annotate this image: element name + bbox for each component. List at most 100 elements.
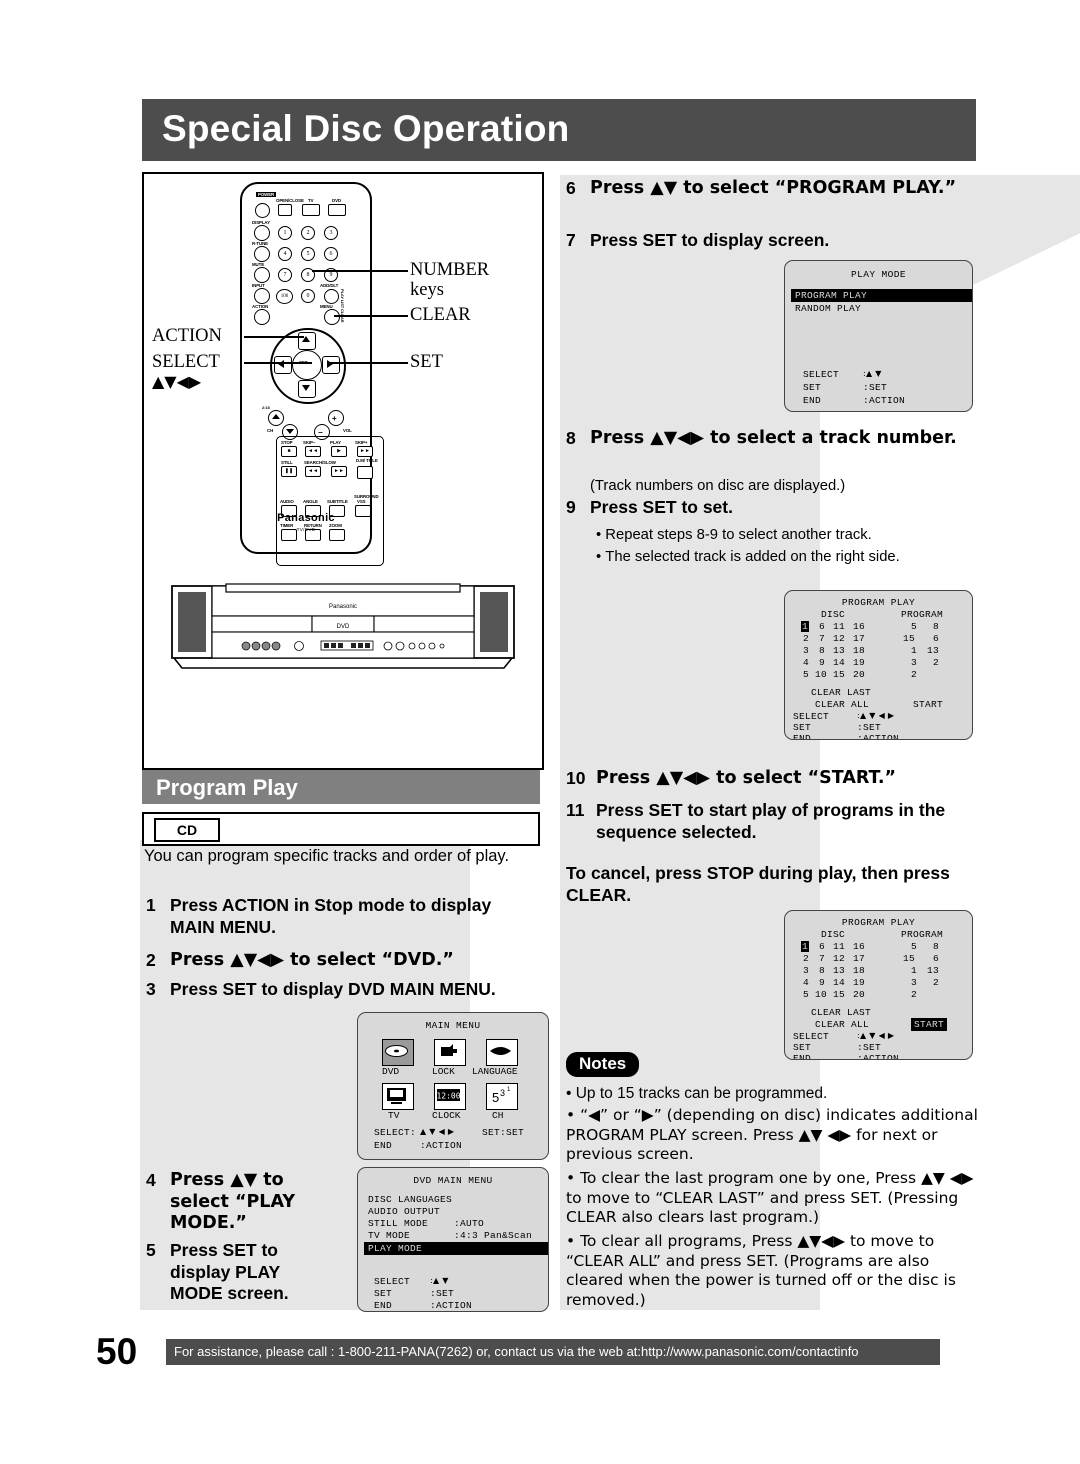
program-play-2-disc-3-3[interactable]: 19 [853, 977, 865, 988]
program-play-2-disc-3-1[interactable]: 9 [819, 977, 825, 988]
program-play-1-disc-2-2[interactable]: 13 [833, 645, 845, 656]
program-play-1-disc-1-3[interactable]: 17 [853, 633, 865, 644]
program-play-1-disc-3-1[interactable]: 9 [819, 657, 825, 668]
program-play-2-disc-3-0[interactable]: 4 [803, 977, 809, 988]
program-play-2-prog-0-1: 8 [933, 941, 940, 952]
disc-icon[interactable] [382, 1039, 414, 1066]
program-play-1-disc-2-3[interactable]: 18 [853, 645, 865, 656]
menu-button[interactable] [324, 309, 340, 325]
dvd-row-1-label[interactable]: AUDIO OUTPUT [368, 1206, 440, 1217]
number-key-4[interactable]: 4 [278, 247, 292, 261]
input-button[interactable] [254, 288, 270, 304]
program-play-2-disc-0-3[interactable]: 16 [853, 941, 865, 952]
player-svg: Panasonic DVD [171, 583, 515, 669]
program-play-2-clear-all[interactable]: CLEAR ALL [815, 1019, 869, 1030]
program-play-1-disc-0-0[interactable]: 1 [801, 621, 810, 632]
track-number-note: (Track numbers on disc are displayed.) [590, 478, 846, 494]
title-button[interactable] [357, 466, 373, 479]
step-10-text: Press ▲▼◀▶ to select “START.” [596, 768, 896, 788]
dvd-button[interactable] [328, 204, 346, 216]
language-icon[interactable] [486, 1039, 518, 1066]
display-button[interactable] [254, 225, 270, 241]
program-play-1-disc-2-1[interactable]: 8 [819, 645, 825, 656]
set-button[interactable] [292, 350, 322, 380]
search-forward-button[interactable]: ►► [331, 466, 347, 477]
page-header-banner: Special Disc Operation [142, 99, 976, 161]
program-play-1-disc-4-3[interactable]: 20 [853, 669, 865, 680]
lock-icon[interactable] [434, 1039, 466, 1066]
tv-button[interactable] [302, 204, 320, 216]
program-play-1-disc-3-3[interactable]: 19 [853, 657, 865, 668]
program-play-1-disc-1-2[interactable]: 12 [833, 633, 845, 644]
dvd-row-4-label[interactable]: PLAY MODE [364, 1242, 548, 1255]
program-play-1-disc-0-2[interactable]: 11 [833, 621, 845, 632]
number-key-3[interactable]: 3 [324, 226, 338, 240]
program-play-1-prog-3-1: 2 [933, 657, 940, 668]
program-play-2-title: PROGRAM PLAY [841, 917, 916, 928]
program-play-2-disc-1-1[interactable]: 7 [819, 953, 825, 964]
ch-down-arrow-icon [286, 429, 294, 434]
program-play-2-disc-4-0[interactable]: 5 [803, 989, 809, 1000]
open-close-button[interactable] [278, 204, 292, 216]
program-play-1-disc-0-3[interactable]: 16 [853, 621, 865, 632]
program-play-2-start[interactable]: START [911, 1018, 948, 1031]
program-play-1-disc-4-0[interactable]: 5 [803, 669, 809, 680]
program-play-1-disc-1-0[interactable]: 2 [803, 633, 809, 644]
number-key-1[interactable]: 1 [278, 226, 292, 240]
program-play-2-disc-0-1[interactable]: 6 [819, 941, 825, 952]
program-play-1-disc-3-2[interactable]: 14 [833, 657, 845, 668]
program-play-2-disc-2-1[interactable]: 8 [819, 965, 825, 976]
program-play-2-disc-0-0[interactable]: 1 [801, 941, 810, 952]
play-button[interactable]: ▶ [331, 446, 347, 457]
number-key-100[interactable]: 100 [276, 289, 293, 304]
program-play-1-clear-all[interactable]: CLEAR ALL [815, 699, 869, 710]
search-reverse-button[interactable]: ◄◄ [305, 466, 321, 477]
skip-plus-button[interactable]: ►► [357, 446, 373, 457]
program-play-1-end-label: END [793, 733, 812, 740]
still-button[interactable]: ❚❚ [281, 466, 297, 477]
program-play-2-disc-1-2[interactable]: 12 [833, 953, 845, 964]
number-key-7[interactable]: 7 [278, 268, 292, 282]
main-menu-select-value: ▲ ▼ ◀ ▶ [420, 1127, 455, 1136]
program-play-2-disc-2-3[interactable]: 18 [853, 965, 865, 976]
action-button[interactable] [254, 309, 270, 325]
program-play-2-disc-4-3[interactable]: 20 [853, 989, 865, 1000]
power-button[interactable] [255, 203, 270, 218]
program-play-1-prog-1-0: 15 [903, 633, 916, 644]
dvd-row-3-label[interactable]: TV MODE [368, 1230, 410, 1241]
clear-button[interactable] [324, 289, 339, 304]
number-key-6[interactable]: 6 [324, 247, 338, 261]
number-key-2[interactable]: 2 [301, 226, 315, 240]
stop-button[interactable]: ■ [281, 446, 297, 457]
skip-minus-button[interactable]: ◄◄ [305, 446, 321, 457]
mute-button[interactable] [254, 267, 270, 283]
program-play-1-clear-last[interactable]: CLEAR LAST [811, 687, 871, 698]
play-mode-item-random-play[interactable]: RANDOM PLAY [795, 303, 861, 314]
program-play-1-disc-3-0[interactable]: 4 [803, 657, 809, 668]
program-play-1-start[interactable]: START [913, 699, 943, 710]
program-play-2-clear-last[interactable]: CLEAR LAST [811, 1007, 871, 1018]
program-play-1-disc-4-1[interactable]: 10 [815, 669, 827, 680]
number-key-5[interactable]: 5 [301, 247, 315, 261]
program-play-2-disc-3-2[interactable]: 14 [833, 977, 845, 988]
program-play-1-disc-0-1[interactable]: 6 [819, 621, 825, 632]
main-menu-caption-ch: CH [492, 1110, 504, 1121]
dvd-row-2-label[interactable]: STILL MODE [368, 1218, 428, 1229]
program-play-2-disc-2-2[interactable]: 13 [833, 965, 845, 976]
program-play-1-disc-1-1[interactable]: 7 [819, 633, 825, 644]
dvd-row-0-label[interactable]: DISC LANGUAGES [368, 1194, 452, 1205]
program-play-2-disc-4-1[interactable]: 10 [815, 989, 827, 1000]
program-play-1-disc-4-2[interactable]: 15 [833, 669, 845, 680]
play-mode-item-program-play[interactable]: PROGRAM PLAY [791, 289, 972, 302]
clock-icon[interactable]: 12:00 [434, 1083, 466, 1110]
tv-icon[interactable] [382, 1083, 414, 1110]
program-play-1-disc-2-0[interactable]: 3 [803, 645, 809, 656]
channel-icon[interactable]: 5 3 1 [486, 1083, 518, 1110]
program-play-2-disc-0-2[interactable]: 11 [833, 941, 845, 952]
r-tune-button[interactable] [254, 246, 270, 262]
program-play-2-disc-1-3[interactable]: 17 [853, 953, 865, 964]
program-play-2-disc-4-2[interactable]: 15 [833, 989, 845, 1000]
number-key-0[interactable]: 0 [301, 289, 315, 303]
program-play-2-disc-1-0[interactable]: 2 [803, 953, 809, 964]
program-play-2-disc-2-0[interactable]: 3 [803, 965, 809, 976]
